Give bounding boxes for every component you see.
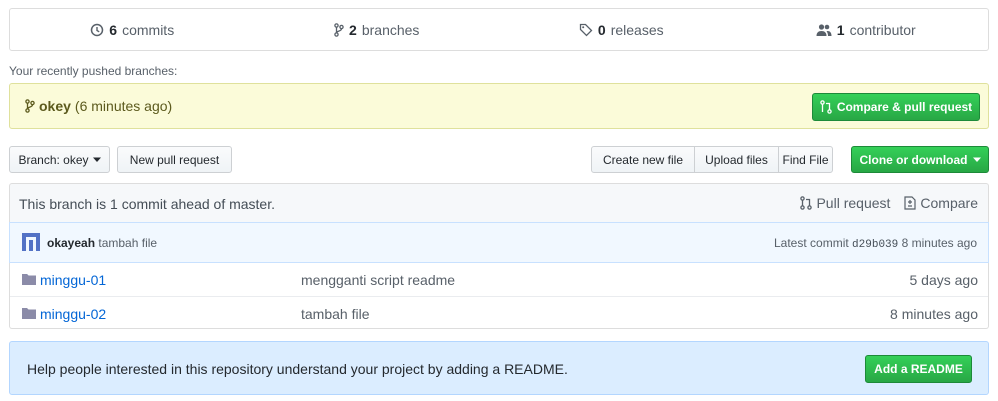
releases-link[interactable]: 0 releases [499, 9, 744, 50]
numbers-summary: 6 commits 2 branches 0 releases 1 contri… [9, 8, 989, 51]
branch-select-label: Branch: okey [18, 152, 89, 167]
caret-down-icon [972, 157, 981, 163]
people-icon [816, 23, 832, 37]
commit-time: 8 minutes ago [901, 236, 977, 250]
readme-prompt: Help people interested in this repositor… [9, 341, 989, 395]
recent-branch-notice: okey (6 minutes ago) Compare & pull requ… [9, 83, 989, 129]
clone-download-button[interactable]: Clone or download [851, 146, 989, 173]
add-readme-button[interactable]: Add a README [865, 355, 972, 383]
git-branch-icon [25, 99, 35, 113]
commits-count: 6 [109, 21, 118, 38]
find-file-button[interactable]: Find File [778, 146, 833, 173]
file-age: 8 minutes ago [890, 306, 978, 322]
tag-icon [579, 23, 593, 37]
caret-down-icon [92, 157, 101, 163]
git-pull-request-icon [800, 196, 813, 210]
file-commit-message[interactable]: mengganti script readme [301, 272, 455, 288]
file-name-link[interactable]: minggu-01 [40, 272, 106, 288]
compare-label: Compare [920, 195, 978, 211]
file-diff-icon [904, 196, 917, 210]
readme-prompt-text: Help people interested in this repositor… [27, 361, 568, 377]
recent-branch-name[interactable]: okey [39, 98, 71, 114]
folder-icon [22, 273, 36, 285]
history-icon [90, 23, 104, 37]
file-age: 5 days ago [909, 272, 979, 288]
clone-download-label: Clone or download [859, 152, 968, 167]
git-compare-icon [820, 100, 832, 114]
branch-status-bar: This branch is 1 commit ahead of master.… [9, 183, 989, 222]
releases-count: 0 [597, 21, 606, 38]
file-name-link[interactable]: minggu-02 [40, 306, 106, 322]
commit-author[interactable]: okayeah [47, 236, 95, 250]
contributors-count: 1 [836, 21, 845, 38]
contributors-link[interactable]: 1 contributor [744, 9, 989, 50]
new-pull-request-button[interactable]: New pull request [117, 146, 232, 173]
avatar[interactable] [22, 233, 40, 251]
create-new-file-button[interactable]: Create new file [591, 146, 695, 173]
compare-link[interactable]: Compare [904, 195, 978, 211]
upload-files-button[interactable]: Upload files [694, 146, 779, 173]
branches-link[interactable]: 2 branches [255, 9, 500, 50]
contributors-label: contributor [849, 21, 916, 38]
pull-request-label: Pull request [816, 195, 891, 211]
compare-pull-request-button[interactable]: Compare & pull request [812, 93, 980, 121]
table-row: minggu-02 tambah file 8 minutes ago [10, 296, 988, 330]
git-branch-icon [334, 22, 344, 37]
recent-branches-label: Your recently pushed branches: [9, 64, 178, 78]
latest-commit-bar: okayeah tambah file Latest commit d29b03… [9, 222, 989, 263]
latest-commit-prefix: Latest commit [774, 236, 849, 250]
file-list: minggu-01 mengganti script readme 5 days… [9, 263, 989, 329]
compare-pull-request-label: Compare & pull request [836, 100, 973, 114]
recent-branch-time: (6 minutes ago) [74, 98, 173, 114]
branch-select-button[interactable]: Branch: okey [9, 146, 110, 173]
pull-request-link[interactable]: Pull request [800, 195, 890, 211]
commit-sha[interactable]: d29b039 [852, 239, 898, 251]
table-row: minggu-01 mengganti script readme 5 days… [10, 263, 988, 296]
commit-message[interactable]: tambah file [98, 236, 157, 250]
commits-link[interactable]: 6 commits [10, 9, 255, 50]
recent-branch-info: okey (6 minutes ago) [25, 98, 172, 114]
commits-label: commits [122, 21, 175, 38]
file-actions-group: Create new file Upload files Find File [591, 146, 833, 173]
branches-label: branches [361, 21, 420, 38]
folder-icon [22, 307, 36, 319]
branch-ahead-text: This branch is 1 commit ahead of master. [19, 196, 275, 212]
file-commit-message[interactable]: tambah file [301, 306, 369, 322]
releases-label: releases [610, 21, 664, 38]
branches-count: 2 [349, 21, 357, 38]
